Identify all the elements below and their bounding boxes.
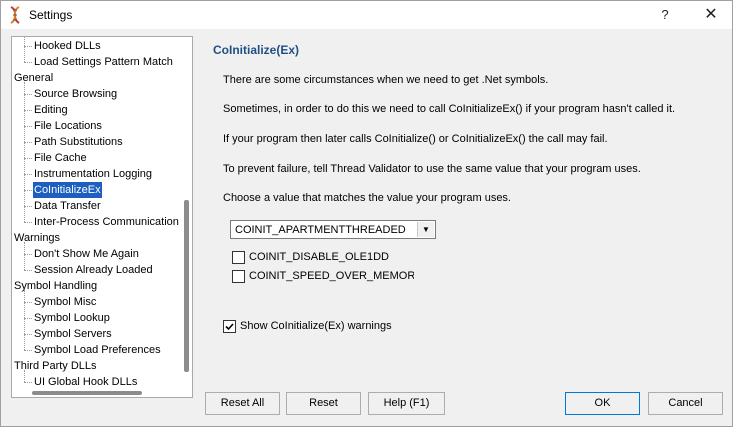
window-title: Settings bbox=[29, 8, 73, 22]
tree-category[interactable]: Third Party DLLs bbox=[14, 358, 97, 374]
tree-item[interactable]: Editing bbox=[33, 102, 69, 118]
tree-item[interactable]: Hooked DLLs bbox=[33, 38, 102, 54]
ok-button[interactable]: OK bbox=[565, 392, 640, 415]
tree-horizontal-scrollbar[interactable] bbox=[12, 387, 192, 397]
app-dna-icon bbox=[10, 6, 20, 24]
tree-connector bbox=[24, 94, 32, 95]
tree-item[interactable]: CoInitializeEx bbox=[33, 182, 102, 198]
tree-items: Hooked DLLs Load Settings Pattern Match Ge… bbox=[12, 37, 182, 388]
tree-connector bbox=[24, 318, 32, 319]
tree-connector bbox=[24, 126, 32, 127]
tree-connector bbox=[24, 110, 32, 111]
tree-connector bbox=[24, 190, 32, 191]
tree-connector bbox=[24, 290, 25, 350]
tree-connector bbox=[24, 174, 32, 175]
show-warnings-label: Show CoInitialize(Ex) warnings bbox=[240, 320, 392, 332]
tree-item[interactable]: Load Settings Pattern Match bbox=[33, 54, 174, 70]
disable-ole-option[interactable]: COINIT_DISABLE_OLE1DDE bbox=[232, 251, 392, 265]
show-warnings-checkbox[interactable] bbox=[223, 320, 236, 333]
tree-item[interactable]: Path Substitutions bbox=[33, 134, 124, 150]
tree-item[interactable]: Symbol Servers bbox=[33, 326, 113, 342]
speed-over-memory-label: COINIT_SPEED_OVER_MEMOR bbox=[249, 270, 414, 282]
settings-window: Settings ? ✕ Hooked DLLs Load Settings Pa… bbox=[0, 0, 733, 427]
tree-item[interactable]: Symbol Lookup bbox=[33, 310, 111, 326]
tree-connector bbox=[24, 158, 32, 159]
checkmark-icon bbox=[225, 323, 234, 331]
tree-category[interactable]: Warnings bbox=[14, 230, 60, 246]
info-text-5: Choose a value that matches the value yo… bbox=[223, 192, 511, 204]
tree-connector bbox=[24, 350, 32, 351]
tree-item[interactable]: Data Transfer bbox=[33, 198, 102, 214]
tree-connector bbox=[24, 222, 32, 223]
disable-ole-label: COINIT_DISABLE_OLE1DDE bbox=[249, 251, 389, 263]
tree-connector bbox=[24, 370, 25, 382]
page-title: CoInitialize(Ex) bbox=[213, 43, 300, 57]
reset-button[interactable]: Reset bbox=[286, 392, 361, 415]
tree-connector bbox=[24, 242, 25, 270]
tree-connector bbox=[24, 62, 32, 63]
coinit-mode-value: COINIT_APARTMENTTHREADED bbox=[235, 224, 406, 236]
info-text-2: Sometimes, in order to do this we need t… bbox=[223, 103, 676, 115]
disable-ole-checkbox[interactable] bbox=[232, 251, 245, 264]
tree-connector bbox=[24, 37, 25, 62]
tree-category[interactable]: Symbol Handling bbox=[14, 278, 97, 294]
reset-all-button[interactable]: Reset All bbox=[205, 392, 280, 415]
tree-connector bbox=[24, 206, 32, 207]
tree-connector bbox=[24, 254, 32, 255]
tree-item[interactable]: Symbol Misc bbox=[33, 294, 97, 310]
tree-vertical-scroll-thumb[interactable] bbox=[184, 200, 189, 372]
speed-over-memory-option[interactable]: COINIT_SPEED_OVER_MEMOR bbox=[232, 270, 417, 284]
tree-connector bbox=[24, 270, 32, 271]
tree-item[interactable]: File Cache bbox=[33, 150, 88, 166]
tree-connector bbox=[24, 142, 32, 143]
show-warnings-option[interactable]: Show CoInitialize(Ex) warnings bbox=[223, 320, 423, 334]
tree-category[interactable]: General bbox=[14, 70, 53, 86]
tree-item[interactable]: File Locations bbox=[33, 118, 103, 134]
title-bar[interactable]: Settings ? ✕ bbox=[1, 1, 732, 29]
tree-item[interactable]: Session Already Loaded bbox=[33, 262, 154, 278]
info-text-3: If your program then later calls CoIniti… bbox=[223, 133, 608, 145]
close-button[interactable]: ✕ bbox=[691, 1, 731, 29]
tree-connector bbox=[24, 46, 32, 47]
tree-item[interactable]: Don't Show Me Again bbox=[33, 246, 140, 262]
tree-connector bbox=[24, 334, 32, 335]
tree-connector bbox=[24, 302, 32, 303]
tree-item[interactable]: Inter-Process Communication bbox=[33, 214, 180, 230]
tree-connector bbox=[24, 382, 32, 383]
cancel-button[interactable]: Cancel bbox=[648, 392, 723, 415]
tree-item[interactable]: Symbol Load Preferences bbox=[33, 342, 162, 358]
help-button[interactable]: Help (F1) bbox=[368, 392, 445, 415]
tree-horizontal-scroll-thumb[interactable] bbox=[32, 391, 142, 395]
settings-tree[interactable]: Hooked DLLs Load Settings Pattern Match Ge… bbox=[11, 36, 193, 398]
coinit-mode-select[interactable]: COINIT_APARTMENTTHREADED ▼ bbox=[230, 220, 436, 239]
info-text-4: To prevent failure, tell Thread Validato… bbox=[223, 163, 641, 175]
info-text-1: There are some circumstances when we nee… bbox=[223, 74, 549, 86]
tree-item[interactable]: Source Browsing bbox=[33, 86, 118, 102]
tree-item[interactable]: Instrumentation Logging bbox=[33, 166, 153, 182]
tree-vertical-scrollbar[interactable] bbox=[183, 37, 192, 387]
help-title-button[interactable]: ? bbox=[645, 1, 685, 29]
tree-connector bbox=[24, 82, 25, 222]
chevron-down-icon[interactable]: ▼ bbox=[417, 222, 434, 237]
speed-over-memory-checkbox[interactable] bbox=[232, 270, 245, 283]
